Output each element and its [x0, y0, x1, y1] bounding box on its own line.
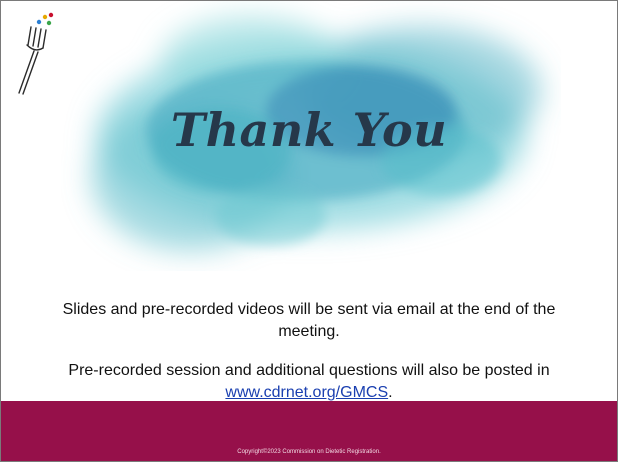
- info-text-2-suffix: .: [388, 384, 393, 401]
- footer-bar: Copyright©2023 Commission on Dietetic Re…: [1, 401, 617, 461]
- copyright-text: Copyright©2023 Commission on Dietetic Re…: [237, 449, 381, 455]
- presentation-slide: Thank You Slides and pre-recorded videos…: [0, 0, 618, 462]
- info-text-1: Slides and pre-recorded videos will be s…: [62, 301, 556, 340]
- fork-icon: [18, 12, 54, 95]
- info-text-2: Pre-recorded session and additional ques…: [41, 360, 577, 404]
- gmcs-link[interactable]: www.cdrnet.org/GMCS: [225, 384, 388, 401]
- slide-title: Thank You: [170, 103, 448, 157]
- info-text-2-prefix: Pre-recorded session and additional ques…: [68, 362, 550, 379]
